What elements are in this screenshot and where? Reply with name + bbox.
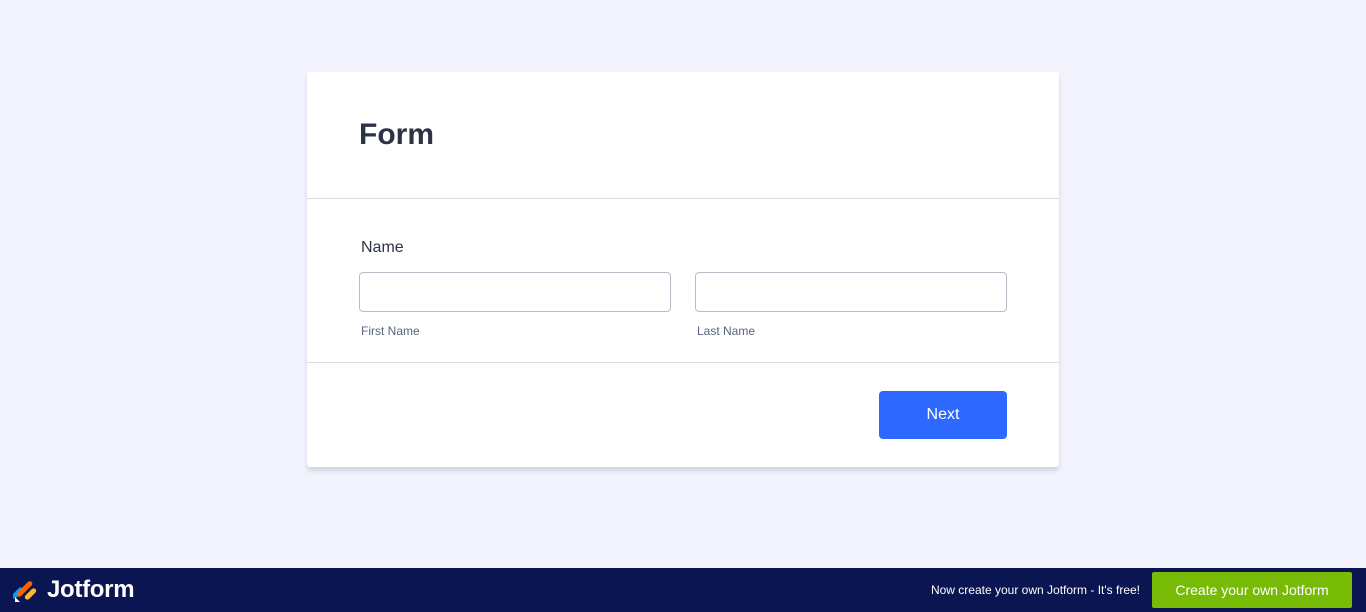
form-title: Form bbox=[359, 118, 434, 151]
name-field-section: Name First Name Last Name bbox=[307, 199, 1059, 363]
jotform-logo-icon bbox=[13, 581, 37, 602]
form-card: Form Name First Name Last Name Next bbox=[307, 72, 1059, 467]
first-name-wrapper: First Name bbox=[359, 272, 671, 338]
jotform-brand-name: Jotform bbox=[47, 576, 135, 603]
form-footer: Next bbox=[307, 363, 1059, 466]
name-field-label: Name bbox=[361, 239, 404, 256]
promo-text: Now create your own Jotform - It's free! bbox=[930, 583, 1140, 597]
jotform-brand-link[interactable]: Jotform bbox=[13, 576, 135, 604]
last-name-wrapper: Last Name bbox=[695, 272, 1007, 338]
first-name-input[interactable] bbox=[359, 272, 671, 312]
last-name-input[interactable] bbox=[695, 272, 1007, 312]
first-name-sublabel: First Name bbox=[361, 324, 420, 338]
create-own-jotform-button[interactable]: Create your own Jotform bbox=[1152, 572, 1352, 608]
jotform-promo-bar: Jotform Now create your own Jotform - It… bbox=[0, 568, 1366, 612]
form-header: Form bbox=[307, 72, 1059, 199]
last-name-sublabel: Last Name bbox=[697, 324, 756, 338]
next-button[interactable]: Next bbox=[879, 391, 1007, 439]
